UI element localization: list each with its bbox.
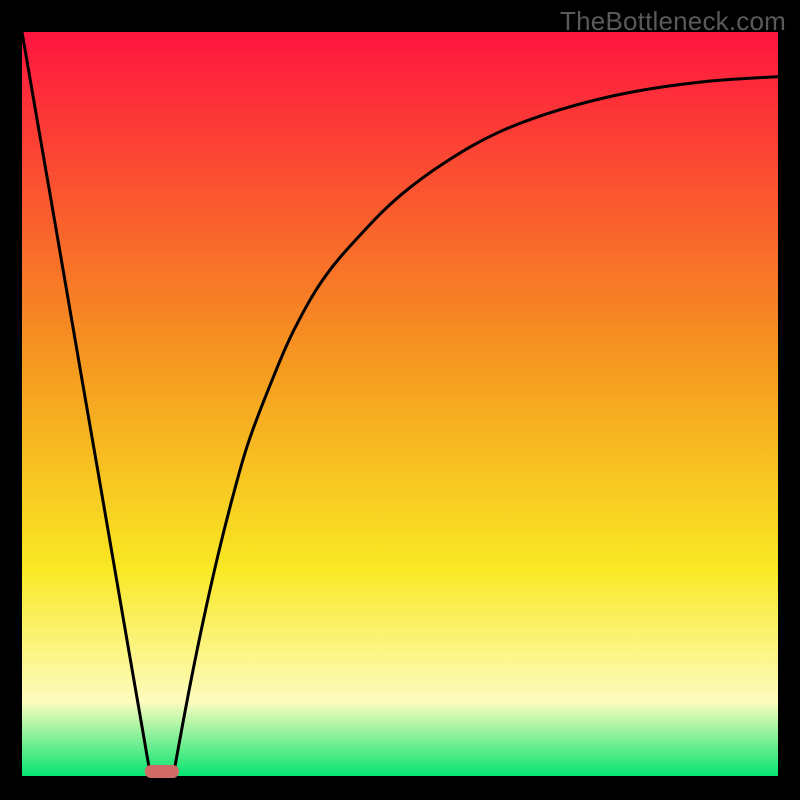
plot-background xyxy=(22,32,778,776)
chart-container: TheBottleneck.com xyxy=(0,0,800,800)
watermark-text: TheBottleneck.com xyxy=(560,6,786,37)
bottleneck-chart xyxy=(0,0,800,800)
minimum-marker xyxy=(145,765,179,778)
